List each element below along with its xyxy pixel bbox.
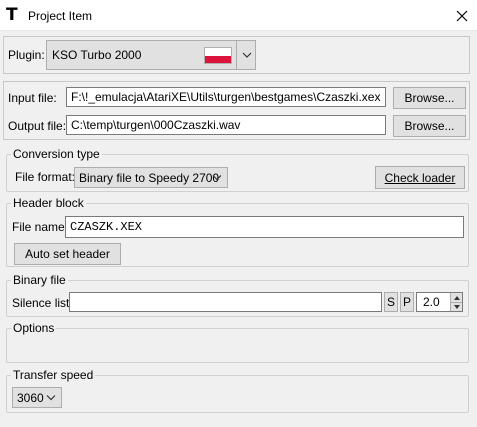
- chevron-down-icon: [242, 52, 251, 58]
- output-file-field[interactable]: C:\temp\turgen\000Czaszki.wav: [66, 115, 386, 135]
- window-title: Project Item: [28, 9, 93, 23]
- transfer-speed-value: 3060: [17, 390, 44, 405]
- transfer-speed-title: Transfer speed: [11, 368, 96, 382]
- plugin-dropdown-button[interactable]: [236, 41, 256, 69]
- file-name-field[interactable]: CZASZK.XEX: [65, 216, 464, 238]
- auto-set-header-button[interactable]: Auto set header: [14, 243, 121, 265]
- close-button[interactable]: [446, 0, 477, 31]
- files-panel: Input file: F:\!_emulacja\AtariXE\Utils\…: [3, 81, 470, 140]
- plugin-value: KSO Turbo 2000: [52, 48, 142, 62]
- header-block-group: Header block File name: CZASZK.XEX Auto …: [6, 196, 469, 267]
- transfer-speed-select[interactable]: 3060: [12, 387, 62, 408]
- spin-up-button[interactable]: [450, 293, 462, 302]
- plugin-label: Plugin:: [8, 48, 45, 62]
- poland-flag-icon: [204, 47, 232, 64]
- title-bar: T Project Item: [0, 0, 477, 31]
- file-format-label: File format:: [15, 170, 76, 184]
- spin-down-button[interactable]: [450, 302, 462, 311]
- file-format-select[interactable]: Binary file to Speedy 2700: [74, 167, 228, 188]
- input-file-label: Input file:: [8, 91, 57, 105]
- p-button[interactable]: P: [400, 292, 414, 312]
- plugin-select[interactable]: KSO Turbo 2000: [46, 40, 256, 70]
- file-name-label: File name:: [12, 220, 69, 234]
- conversion-type-group: Conversion type File format: Binary file…: [6, 147, 469, 192]
- file-format-value: Binary file to Speedy 2700: [79, 170, 220, 185]
- binary-file-title: Binary file: [11, 273, 68, 287]
- app-logo-icon: T: [6, 5, 18, 25]
- options-group: Options: [6, 321, 469, 363]
- silence-list-field[interactable]: [69, 292, 382, 312]
- chevron-down-icon: [46, 395, 56, 401]
- binary-file-group: Binary file Silence list: S P 2.0: [6, 273, 469, 317]
- conversion-type-title: Conversion type: [11, 147, 102, 161]
- plugin-panel: Plugin: KSO Turbo 2000: [3, 36, 470, 74]
- arrow-up-icon: [453, 295, 460, 300]
- silence-spin-field[interactable]: 2.0: [416, 292, 463, 312]
- output-file-label: Output file:: [8, 119, 67, 133]
- input-file-field[interactable]: F:\!_emulacja\AtariXE\Utils\turgen\bestg…: [66, 87, 386, 107]
- check-loader-button[interactable]: Check loader: [375, 166, 465, 189]
- silence-list-label: Silence list:: [12, 296, 73, 310]
- chevron-down-icon: [212, 175, 222, 181]
- arrow-down-icon: [453, 305, 460, 309]
- options-title: Options: [11, 321, 57, 335]
- input-browse-button[interactable]: Browse...: [393, 87, 466, 109]
- transfer-speed-group: Transfer speed 3060: [6, 368, 469, 413]
- header-block-title: Header block: [11, 196, 86, 210]
- output-browse-button[interactable]: Browse...: [393, 115, 466, 137]
- silence-spin-value: 2.0: [423, 295, 440, 309]
- close-icon: [456, 10, 467, 21]
- s-button[interactable]: S: [384, 292, 398, 312]
